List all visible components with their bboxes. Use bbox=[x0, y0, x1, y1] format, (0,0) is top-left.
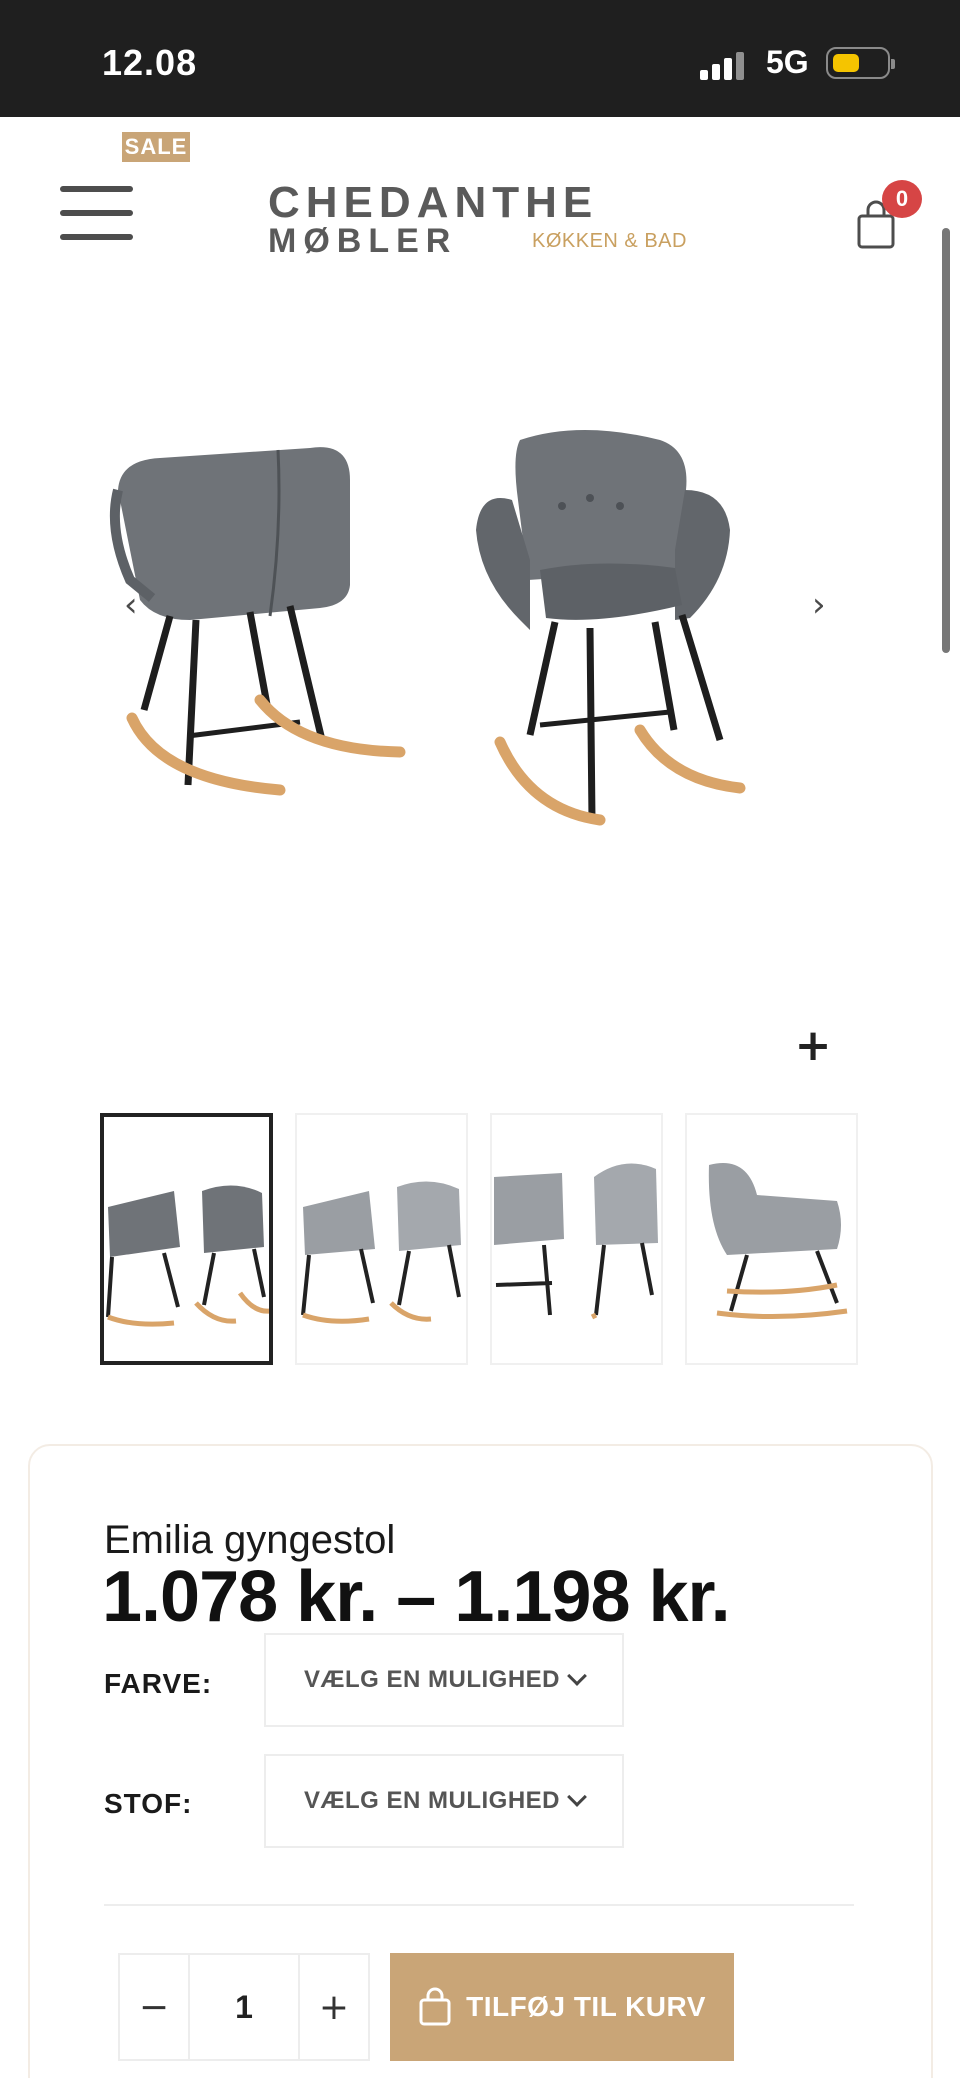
chevron-down-icon bbox=[567, 1787, 587, 1807]
signal-icon bbox=[700, 50, 746, 80]
battery-icon bbox=[826, 47, 895, 79]
product-price: 1.078 kr. – 1.198 kr. bbox=[102, 1557, 731, 1637]
shopping-bag-icon bbox=[419, 1987, 451, 2026]
stof-select[interactable]: VÆLG EN MULIGHED bbox=[264, 1754, 624, 1848]
page-scrollbar[interactable] bbox=[942, 228, 950, 653]
divider bbox=[104, 1904, 854, 1906]
quantity-increase-button[interactable]: + bbox=[298, 1955, 368, 2059]
logo-line-1: CHEDANTHE bbox=[268, 178, 599, 227]
farve-select-value: VÆLG EN MULIGHED bbox=[303, 1666, 560, 1693]
thumbnail-4[interactable] bbox=[685, 1113, 858, 1365]
chair-back-view bbox=[109, 447, 406, 796]
site-logo[interactable]: CHEDANTHE MØBLER KØKKEN & BAD bbox=[268, 178, 698, 270]
quantity-stepper: − 1 + bbox=[118, 1953, 370, 2061]
zoom-plus-icon[interactable]: + bbox=[790, 1020, 836, 1071]
logo-subtitle: KØKKEN & BAD bbox=[532, 230, 687, 252]
chevron-down-icon bbox=[567, 1666, 587, 1686]
chair-front-view bbox=[476, 430, 746, 826]
stof-select-value: VÆLG EN MULIGHED bbox=[303, 1787, 560, 1814]
hamburger-menu-icon[interactable] bbox=[60, 186, 133, 244]
add-to-cart-label: TILFØJ TIL KURV bbox=[466, 1991, 706, 2022]
thumbnail-1[interactable] bbox=[100, 1113, 273, 1365]
option-label-stof: STOF: bbox=[104, 1788, 193, 1819]
logo-line-2: MØBLER bbox=[268, 222, 458, 260]
sale-badge[interactable]: SALE bbox=[122, 132, 190, 162]
add-to-cart-button[interactable]: TILFØJ TIL KURV bbox=[390, 1953, 734, 2061]
product-main-image[interactable] bbox=[100, 380, 860, 860]
chevron-right-icon[interactable]: › bbox=[812, 585, 836, 625]
option-label-farve: FARVE: bbox=[104, 1668, 213, 1699]
status-time: 12.08 bbox=[102, 42, 198, 83]
farve-select[interactable]: VÆLG EN MULIGHED bbox=[264, 1633, 624, 1727]
thumbnail-2[interactable] bbox=[295, 1113, 468, 1365]
cart-count-badge[interactable]: 0 bbox=[882, 180, 922, 218]
chevron-left-icon[interactable]: ‹ bbox=[124, 585, 148, 625]
quantity-decrease-button[interactable]: − bbox=[120, 1955, 190, 2059]
quantity-input[interactable]: 1 bbox=[190, 1955, 298, 2059]
status-bar: 12.08 5G bbox=[0, 0, 960, 117]
network-label: 5G bbox=[766, 44, 809, 80]
thumbnail-3[interactable] bbox=[490, 1113, 663, 1365]
